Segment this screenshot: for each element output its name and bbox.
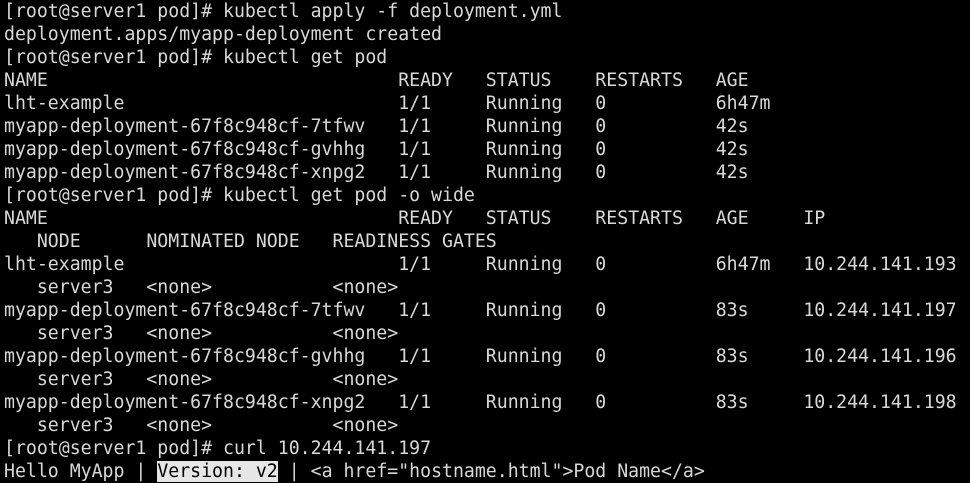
output-text-after: | <a href="hostname.html">Pod Name</a> — [277, 461, 705, 482]
terminal-line-7: myapp-deployment-67f8c948cf-gvhhg 1/1 Ru… — [4, 139, 749, 160]
terminal-line-5: lht-example 1/1 Running 0 6h47m — [4, 93, 771, 114]
terminal-line-19: server3 <none> <none> — [4, 415, 399, 436]
terminal-line-2: deployment.apps/myapp-deployment created — [4, 24, 442, 45]
terminal-line-21: Hello MyApp | Version: v2 | <a href="hos… — [4, 460, 970, 483]
terminal-line-20: [root@server1 pod]# curl 10.244.141.197 — [4, 438, 432, 459]
terminal-line-13: server3 <none> <none> — [4, 277, 399, 298]
output-text-before: Hello MyApp | — [4, 461, 158, 482]
terminal-line-8: myapp-deployment-67f8c948cf-xnpg2 1/1 Ru… — [4, 162, 749, 183]
terminal-line-14: myapp-deployment-67f8c948cf-7tfwv 1/1 Ru… — [4, 300, 957, 321]
terminal-line-11: NODE NOMINATED NODE READINESS GATES — [4, 231, 497, 252]
terminal-line-16: myapp-deployment-67f8c948cf-gvhhg 1/1 Ru… — [4, 346, 957, 367]
terminal-line-18: myapp-deployment-67f8c948cf-xnpg2 1/1 Ru… — [4, 392, 957, 413]
terminal-line-17: server3 <none> <none> — [4, 369, 399, 390]
terminal-line-12: lht-example 1/1 Running 0 6h47m 10.244.1… — [4, 254, 957, 275]
terminal-line-6: myapp-deployment-67f8c948cf-7tfwv 1/1 Ru… — [4, 116, 749, 137]
selected-text[interactable]: Version: v2 — [157, 461, 278, 482]
terminal-line-15: server3 <none> <none> — [4, 323, 399, 344]
terminal-line-10: NAME READY STATUS RESTARTS AGE IP — [4, 208, 826, 229]
terminal-window[interactable]: [root@server1 pod]# kubectl apply -f dep… — [0, 0, 970, 483]
terminal-line-3: [root@server1 pod]# kubectl get pod — [4, 47, 388, 68]
terminal-line-1: [root@server1 pod]# kubectl apply -f dep… — [4, 1, 563, 22]
terminal-line-4: NAME READY STATUS RESTARTS AGE — [4, 70, 749, 91]
terminal-line-9: [root@server1 pod]# kubectl get pod -o w… — [4, 185, 475, 206]
